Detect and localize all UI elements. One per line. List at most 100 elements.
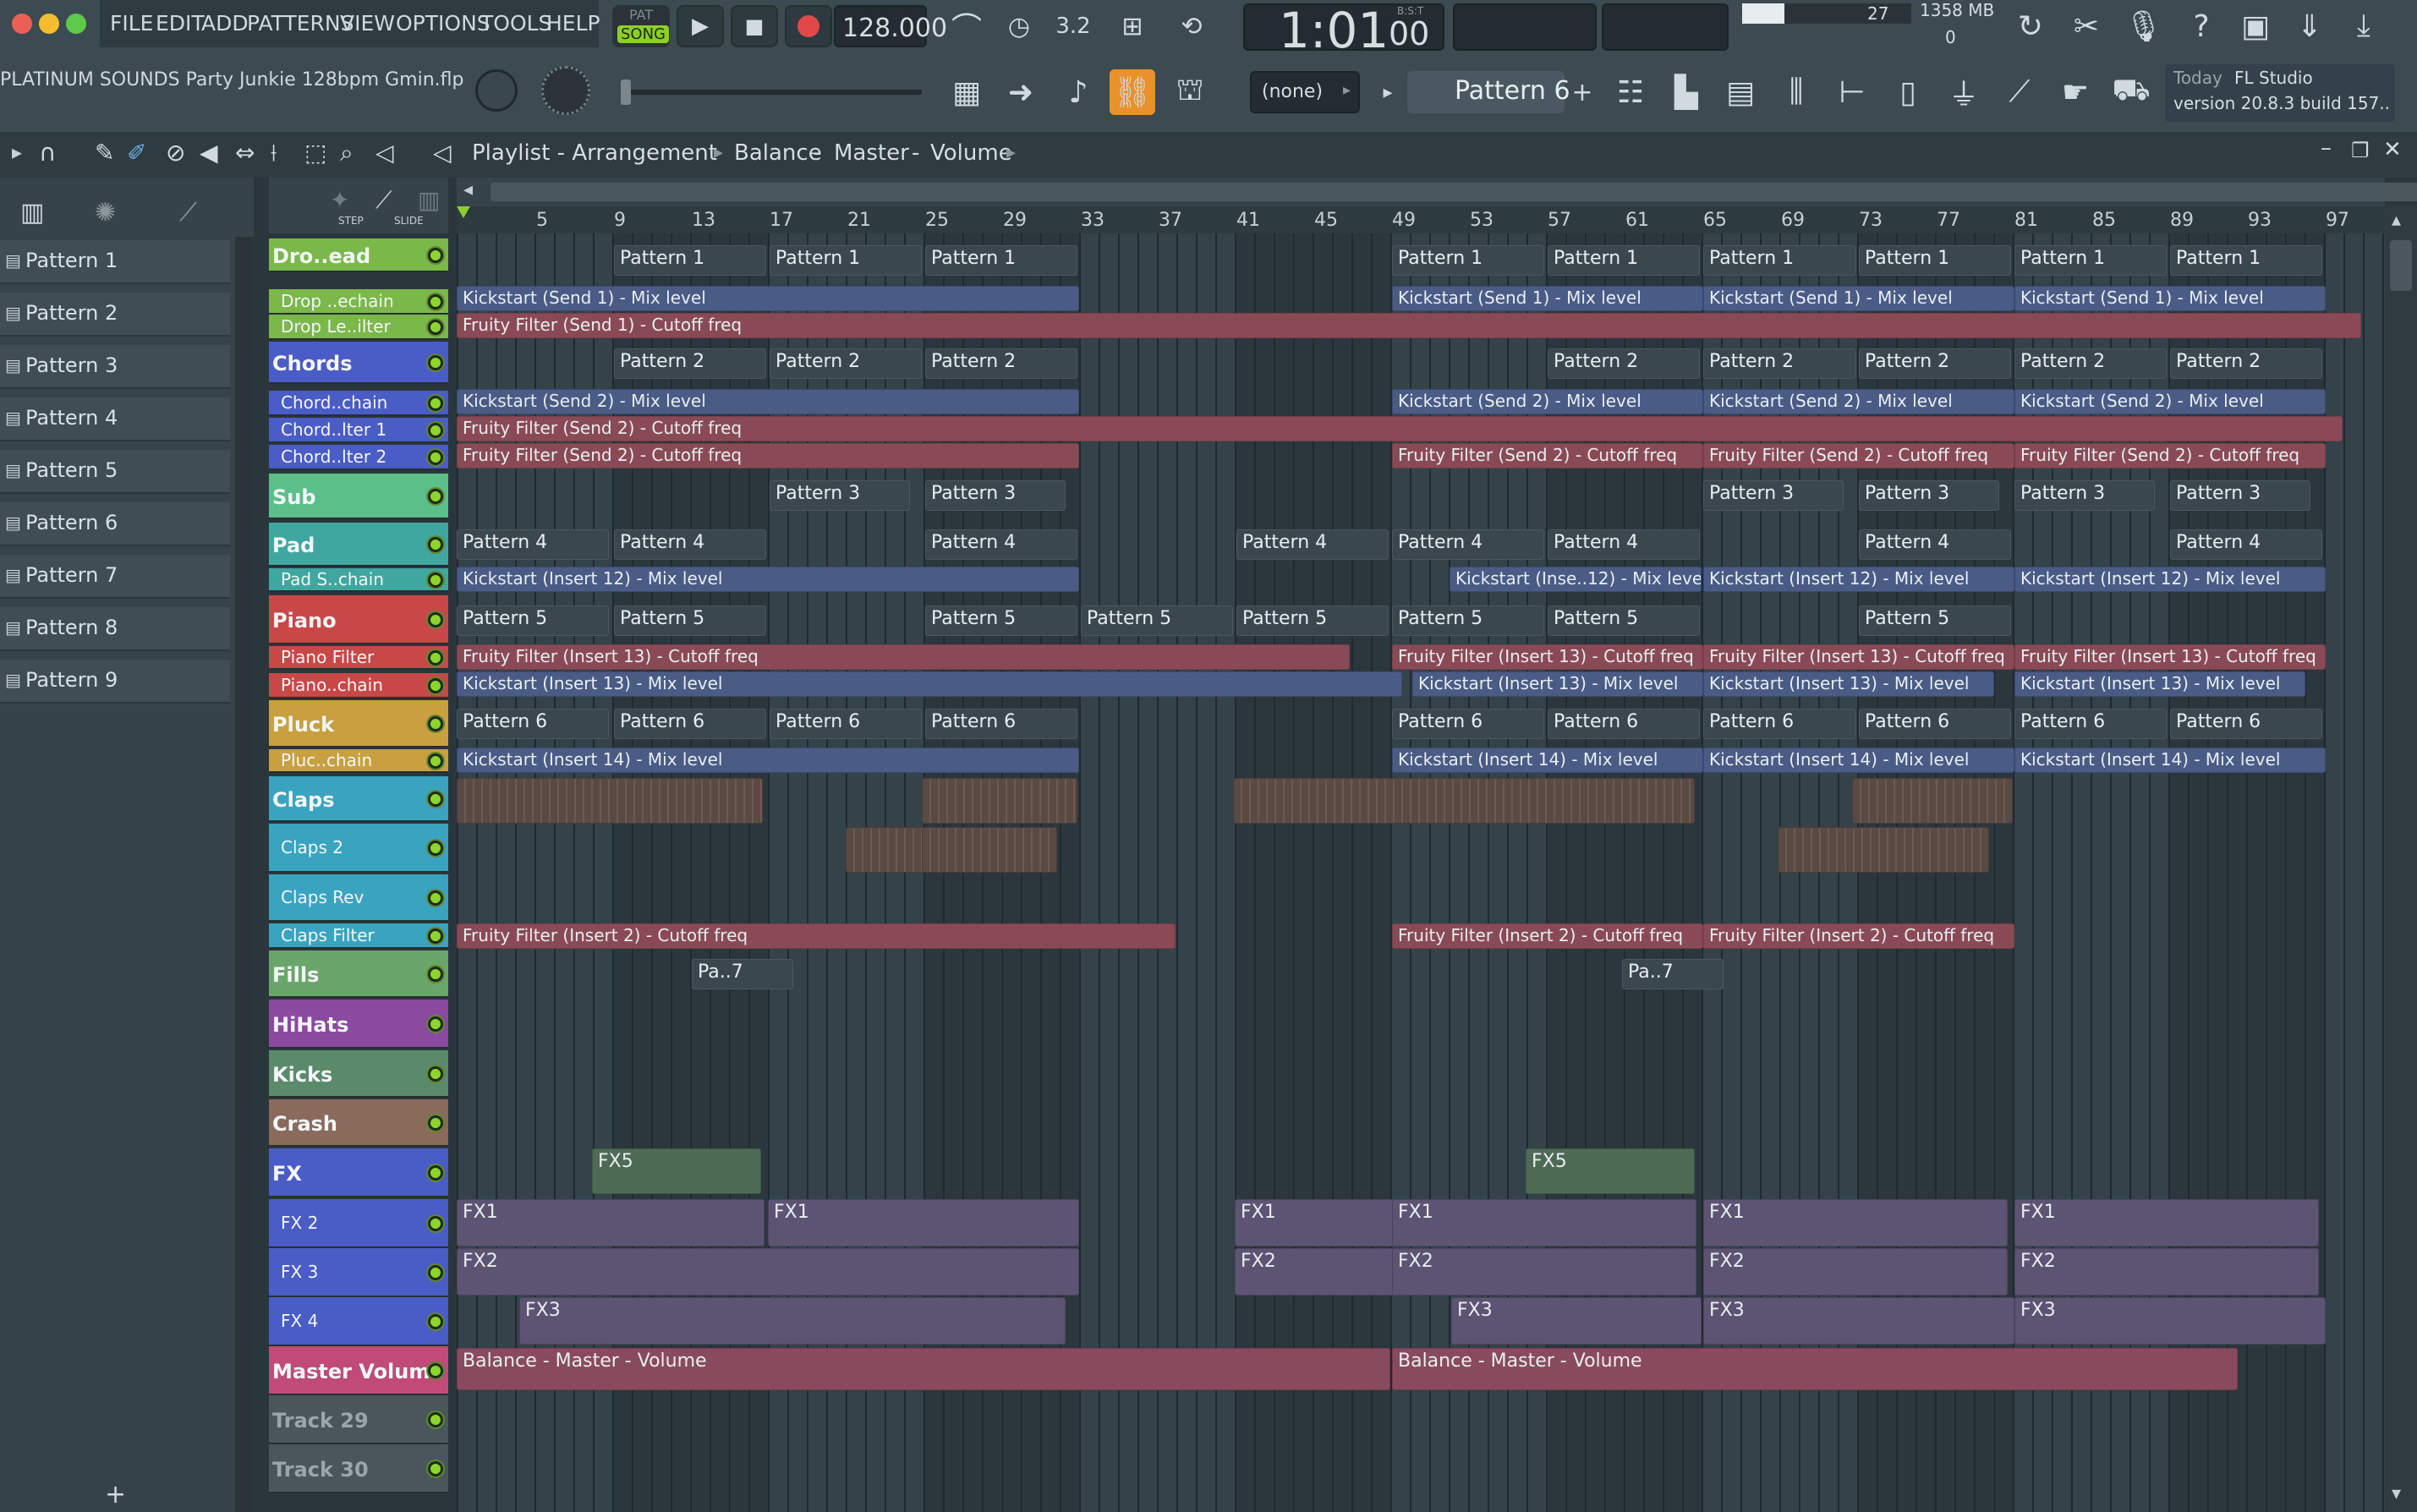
pattern-list-item[interactable]: ▤ Pattern 2 — [0, 293, 230, 337]
piano-tab-icon[interactable]: ▥ — [20, 198, 44, 227]
track-mute-led[interactable] — [428, 612, 443, 627]
playlist-clip[interactable]: Pattern 4 — [614, 529, 766, 560]
playback-icon[interactable]: ◁ — [375, 139, 394, 167]
playlist-clip[interactable]: Kickstart (Insert 14) - Mix level — [1392, 748, 1703, 773]
track-mute-led[interactable] — [428, 650, 443, 666]
playlist-clip[interactable]: Pattern 6 — [1548, 709, 1700, 739]
playlist-clip[interactable]: Fruity Filter (Insert 13) - Cutoff freq — [1703, 644, 2014, 670]
playlist-clip[interactable]: Pattern 2 — [614, 348, 766, 379]
close-window-button[interactable] — [12, 14, 32, 34]
track-mute-led[interactable] — [428, 450, 443, 465]
playlist-clip[interactable]: Pattern 2 — [1548, 348, 1700, 379]
track-mute-led[interactable] — [428, 1115, 443, 1131]
pattern-list-item[interactable]: ▤ Pattern 3 — [0, 345, 230, 389]
track-header[interactable]: Sub — [269, 474, 448, 519]
playlist-clip[interactable]: Fruity Filter (Insert 2) - Cutoff freq — [1703, 923, 2014, 949]
menu-help[interactable]: HELP — [546, 8, 600, 39]
audio-input-button[interactable]: 🎙 — [2121, 5, 2167, 47]
tool-button[interactable]: ⟋ — [1996, 71, 2043, 113]
menu-patterns[interactable]: PATTERNS — [247, 8, 354, 39]
step-edit-button[interactable]: ⊞ — [1111, 5, 1154, 47]
pattern-list-item[interactable]: ▤ Pattern 4 — [0, 397, 230, 441]
plugin-button[interactable]: ⏚ — [1940, 71, 1987, 113]
playlist-clip[interactable]: Pattern 1 — [2014, 245, 2167, 276]
menu-tools[interactable]: TOOLS — [480, 8, 551, 39]
countdown-button[interactable]: 3.2 — [1052, 5, 1094, 47]
track-mute-led[interactable] — [428, 1216, 443, 1231]
playlist-clip[interactable]: Pattern 2 — [770, 348, 922, 379]
menu-options[interactable]: OPTIONS — [396, 8, 491, 39]
playlist-clip[interactable]: Pattern 1 — [925, 245, 1077, 276]
playlist-clip[interactable]: FX2 — [2014, 1248, 2319, 1296]
playlist-clip[interactable]: FX3 — [1703, 1297, 2014, 1345]
playlist-clip[interactable]: Pattern 5 — [1859, 605, 2011, 636]
menu-file[interactable]: FILE — [110, 8, 153, 39]
playlist-clip[interactable]: Pattern 2 — [2014, 348, 2167, 379]
playlist-clip[interactable]: Pattern 3 — [925, 480, 1066, 511]
automation-tab-icon[interactable]: ⟋ — [179, 198, 197, 227]
playlist-clip[interactable]: Pattern 1 — [770, 245, 922, 276]
playlist-clip[interactable]: Kickstart (Insert 13) - Mix level — [457, 671, 1402, 697]
track-mute-led[interactable] — [428, 1066, 443, 1082]
playlist-clip[interactable]: Pattern 4 — [457, 529, 609, 560]
playlist-clip[interactable] — [457, 778, 763, 824]
playlist-clip[interactable]: Pattern 5 — [925, 605, 1077, 636]
pattern-list-item[interactable]: ▤ Pattern 6 — [0, 502, 230, 546]
pat-song-toggle[interactable]: PAT SONG — [612, 5, 670, 47]
pattern-list-item[interactable]: ▤ Pattern 7 — [0, 555, 230, 599]
playlist-clip[interactable]: FX5 — [592, 1148, 761, 1194]
track-mute-led[interactable] — [428, 1314, 443, 1329]
menu-edit[interactable]: EDIT — [156, 8, 205, 39]
track-header[interactable]: Claps Filter — [269, 923, 448, 949]
track-mute-led[interactable] — [428, 967, 443, 982]
playlist-clip[interactable]: FX2 — [1392, 1248, 1696, 1296]
track-mute-led[interactable] — [428, 1165, 443, 1181]
track-mute-led[interactable] — [428, 929, 443, 944]
playlist-clip[interactable] — [1852, 778, 2013, 824]
track-header[interactable]: Piano..chain — [269, 673, 448, 698]
playlist-clip[interactable]: Kickstart (Insert 12) - Mix level — [2014, 567, 2326, 592]
playlist-clip[interactable]: Pattern 1 — [614, 245, 766, 276]
track-header[interactable]: Kicks — [269, 1050, 448, 1098]
playlist-clip[interactable]: Kickstart (Insert 14) - Mix level — [457, 748, 1079, 773]
pencil-icon[interactable]: ✎ — [95, 139, 114, 167]
playlist-clip[interactable]: Pattern 4 — [2170, 529, 2322, 560]
templates-button[interactable]: ▯ — [1884, 71, 1932, 113]
metronome-button[interactable]: ⌒ — [945, 5, 988, 47]
playlist-clip[interactable]: Pattern 6 — [770, 709, 922, 739]
minimize-window-button[interactable] — [39, 14, 59, 34]
playlist-clip[interactable]: Kickstart (Send 2) - Mix level — [1392, 389, 1703, 414]
play-button[interactable]: ▶ — [677, 5, 724, 47]
track-header[interactable]: Claps Rev — [269, 874, 448, 922]
track-mute-led[interactable] — [428, 1016, 443, 1032]
playlist-clip[interactable]: Pattern 2 — [2170, 348, 2322, 379]
export-button[interactable]: ⤓ — [2341, 5, 2387, 47]
track-mute-led[interactable] — [428, 489, 443, 504]
menu-view[interactable]: VIEW — [340, 8, 395, 39]
undo-button[interactable]: ↻ — [2008, 5, 2053, 47]
track-header[interactable]: Claps — [269, 776, 448, 822]
playlist-clip[interactable]: FX1 — [2014, 1199, 2319, 1246]
track-header[interactable]: Chord..lter 1 — [269, 418, 448, 443]
track-header[interactable]: Crash — [269, 1099, 448, 1147]
news-panel[interactable]: Today FL Studio version 20.8.3 build 157… — [2165, 64, 2395, 122]
playlist-clip[interactable]: Pattern 2 — [925, 348, 1077, 379]
track-header[interactable]: Pluc..chain — [269, 749, 448, 773]
track-mute-led[interactable] — [428, 1363, 443, 1378]
restore-icon[interactable]: ❐ — [2351, 139, 2370, 162]
playlist-clip[interactable]: Pattern 5 — [614, 605, 766, 636]
playlist-clip[interactable]: FX5 — [1526, 1148, 1695, 1194]
pattern-list-item[interactable]: ▤ Pattern 1 — [0, 240, 230, 284]
playlist-clip[interactable]: FX2 — [457, 1248, 1079, 1296]
channel-rack-button[interactable]: ▤ — [1717, 71, 1764, 113]
playlist-clip[interactable]: Kickstart (Insert 12) - Mix level — [1703, 567, 2014, 592]
playlist-clip[interactable]: Pattern 6 — [2170, 709, 2322, 739]
close-icon[interactable]: ✕ — [2383, 137, 2402, 162]
track-header[interactable]: Master Volume — [269, 1346, 448, 1395]
playlist-clip[interactable]: Pattern 1 — [2170, 245, 2322, 276]
track-header[interactable]: Chords — [269, 342, 448, 384]
track-header[interactable]: Dro..ead — [269, 238, 448, 272]
playlist-clip[interactable]: Kickstart (Send 1) - Mix level — [457, 286, 1079, 311]
playlist-clip[interactable]: Fruity Filter (Send 1) - Cutoff freq — [457, 313, 2361, 338]
piano-roll-button[interactable]: ▦ — [944, 71, 989, 113]
